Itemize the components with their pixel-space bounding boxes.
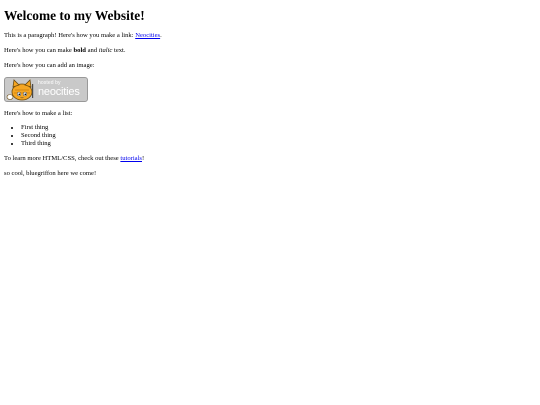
neocities-link[interactable]: Neocities xyxy=(135,32,160,39)
tutorials-paragraph: To learn more HTML/CSS, check out these … xyxy=(4,155,536,163)
formatting-text-end: text. xyxy=(112,47,126,55)
hosted-by-neocities-badge: hosted by neocities xyxy=(4,76,88,102)
page-title: Welcome to my Website! xyxy=(4,8,145,23)
closing-paragraph: so cool, bluegriffon here we come! xyxy=(4,169,97,177)
page: Welcome to my Website! This is a paragra… xyxy=(0,0,540,188)
badge-neocities-text: neocities xyxy=(38,85,80,98)
intro-text-end: . xyxy=(160,32,162,40)
tutorials-text: To learn more HTML/CSS, check out these xyxy=(4,154,121,162)
formatting-text-and: and xyxy=(85,47,99,55)
tutorials-link[interactable]: tutorials xyxy=(120,155,142,162)
bold-text: bold xyxy=(73,47,86,55)
intro-text: This is a paragraph! Here's how you make… xyxy=(4,32,136,40)
image-intro-paragraph: Here's how you can add an image: xyxy=(4,61,95,69)
intro-paragraph: This is a paragraph! Here's how you make… xyxy=(4,32,536,40)
formatting-paragraph: Here's how you can make bold and italic … xyxy=(4,47,536,55)
italic-text: italic xyxy=(98,47,113,55)
tutorials-text-end: ! xyxy=(142,154,145,162)
list-item: Third thing xyxy=(21,140,536,148)
list-item: First thing xyxy=(21,124,536,132)
list-item: Second thing xyxy=(21,132,536,140)
image-container: hosted by neocities xyxy=(4,76,536,103)
list-intro-paragraph: Here's how to make a list: xyxy=(4,109,73,117)
bullet-list: First thing Second thing Third thing xyxy=(4,124,536,147)
formatting-text: Here's how you can make xyxy=(4,47,74,55)
